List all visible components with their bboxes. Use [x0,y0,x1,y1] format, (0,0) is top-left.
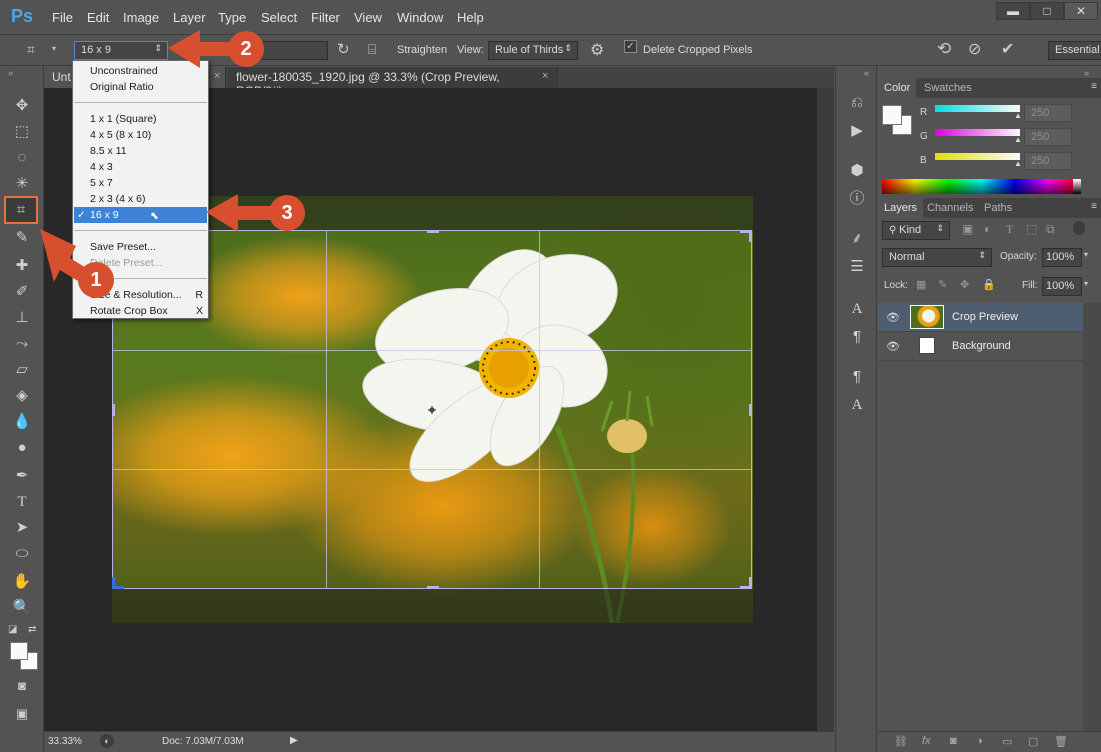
annotation-badge-1: 1 [78,262,114,298]
annotation-arrows [40,30,280,286]
annotation-badge-3: 3 [269,195,305,231]
annotation-badge-2: 2 [228,31,264,67]
